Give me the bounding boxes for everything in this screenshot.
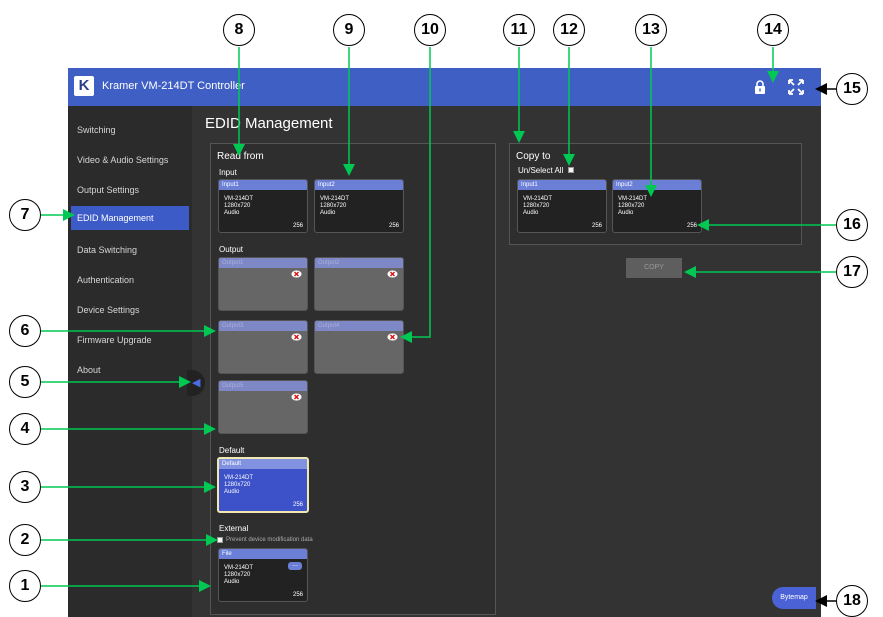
- card-body: VM-214DT 1280x720 Audio: [523, 196, 553, 216]
- copy-button[interactable]: COPY: [626, 258, 682, 278]
- app-title: Kramer VM-214DT Controller: [102, 80, 245, 92]
- read-output1-card[interactable]: Output1: [218, 257, 308, 311]
- read-input1-card[interactable]: Input1 VM-214DT 1280x720 Audio 256: [218, 179, 308, 233]
- callout-17: 17: [836, 256, 868, 288]
- read-input2-card[interactable]: Input2 VM-214DT 1280x720 Audio 256: [314, 179, 404, 233]
- card-header: Output3: [219, 321, 307, 331]
- callout-1: 1: [9, 570, 41, 602]
- callout-5: 5: [9, 366, 41, 398]
- read-file-card[interactable]: File VM-214DT 1280x720 Audio ... 256: [218, 548, 308, 602]
- card-header: Default: [219, 459, 307, 469]
- select-all-label: Un/Select All: [518, 166, 564, 175]
- sidebar-item-data-switching[interactable]: Data Switching: [68, 238, 192, 262]
- sidebar-item-about[interactable]: About: [68, 358, 192, 382]
- callout-3: 3: [9, 471, 41, 503]
- callout-6: 6: [9, 315, 41, 347]
- read-from-panel: Read from Input Input1 VM-214DT 1280x720 A…: [210, 143, 496, 615]
- bytemap-button[interactable]: Bytemap: [772, 587, 816, 609]
- callout-10: 10: [414, 14, 446, 46]
- card-size: 256: [292, 592, 303, 598]
- input-group-label: Input: [219, 168, 237, 177]
- callout-14: 14: [757, 14, 789, 46]
- callout-11: 11: [503, 14, 535, 46]
- card-size: 256: [591, 223, 602, 229]
- callout-16: 16: [836, 209, 868, 241]
- callout-8: 8: [223, 14, 255, 46]
- external-group-label: External: [219, 524, 249, 533]
- callout-4: 4: [9, 413, 41, 445]
- card-body: VM-214DT 1280x720 Audio: [320, 196, 350, 216]
- card-header: Input1: [219, 180, 307, 190]
- read-output5-card[interactable]: Output5: [218, 380, 308, 434]
- card-header: File: [219, 549, 307, 559]
- callout-18: 18: [836, 585, 868, 617]
- card-body: VM-214DT 1280x720 Audio: [224, 196, 254, 216]
- callout-15: 15: [836, 73, 868, 105]
- read-output3-card[interactable]: Output3: [218, 320, 308, 374]
- app-window: K Kramer VM-214DT Controller Switching V…: [68, 68, 821, 617]
- fullscreen-icon[interactable]: [788, 79, 804, 95]
- prevent-modification-checkbox[interactable]: [217, 537, 223, 543]
- read-from-title: Read from: [217, 151, 264, 162]
- copy-to-title: Copy to: [516, 151, 551, 162]
- sidebar-item-video-audio-settings[interactable]: Video & Audio Settings: [68, 148, 192, 172]
- card-size: 256: [292, 223, 303, 229]
- callout-7: 7: [9, 199, 41, 231]
- disconnected-icon: [387, 270, 398, 278]
- sidebar-item-device-settings[interactable]: Device Settings: [68, 298, 192, 322]
- read-default-card[interactable]: Default VM-214DT 1280x720 Audio 256: [217, 457, 309, 513]
- sidebar-item-output-settings[interactable]: Output Settings: [68, 178, 192, 202]
- card-header: Input2: [315, 180, 403, 190]
- prevent-modification-label: Prevent device modification data: [226, 537, 313, 543]
- callout-12: 12: [553, 14, 585, 46]
- lock-icon[interactable]: [754, 80, 766, 94]
- copy-input2-card[interactable]: Input2 VM-214DT 1280x720 Audio 256: [612, 179, 702, 233]
- read-output2-card[interactable]: Output2: [314, 257, 404, 311]
- sidebar-collapse-handle[interactable]: ◀: [187, 370, 205, 396]
- disconnected-icon: [291, 270, 302, 278]
- disconnected-icon: [387, 333, 398, 341]
- sidebar-item-authentication[interactable]: Authentication: [68, 268, 192, 292]
- select-all-checkbox[interactable]: [568, 167, 574, 173]
- card-size: 256: [388, 223, 399, 229]
- copy-input1-card[interactable]: Input1 VM-214DT 1280x720 Audio 256: [517, 179, 607, 233]
- sidebar-item-switching[interactable]: Switching: [68, 118, 192, 142]
- disconnected-icon: [291, 333, 302, 341]
- callout-9: 9: [333, 14, 365, 46]
- card-size: 256: [686, 223, 697, 229]
- output-group-label: Output: [219, 245, 244, 254]
- chevron-left-icon: ◀: [192, 377, 201, 389]
- read-output4-card[interactable]: Output4: [314, 320, 404, 374]
- sidebar-item-firmware-upgrade[interactable]: Firmware Upgrade: [68, 328, 192, 352]
- callout-2: 2: [9, 524, 41, 556]
- card-header: Output4: [315, 321, 403, 331]
- card-header: Input1: [518, 180, 606, 190]
- card-header: Output5: [219, 381, 307, 391]
- callout-13: 13: [635, 14, 667, 46]
- card-body: VM-214DT 1280x720 Audio: [224, 475, 254, 495]
- kramer-logo: K: [74, 76, 94, 96]
- card-header: Input2: [613, 180, 701, 190]
- page-title: EDID Management: [205, 115, 333, 132]
- sidebar-item-edid-management[interactable]: EDID Management: [71, 206, 189, 230]
- sidebar: Switching Video & Audio Settings Output …: [68, 106, 192, 617]
- card-header: Output1: [219, 258, 307, 268]
- top-bar: K Kramer VM-214DT Controller: [68, 68, 821, 106]
- browse-file-button[interactable]: ...: [288, 561, 302, 570]
- card-size: 256: [292, 502, 303, 508]
- card-body: VM-214DT 1280x720 Audio: [618, 196, 648, 216]
- copy-to-panel: Copy to Un/Select All Input1 VM-214DT 128…: [509, 143, 802, 245]
- disconnected-icon: [291, 393, 302, 401]
- default-group-label: Default: [219, 446, 245, 455]
- card-header: Output2: [315, 258, 403, 268]
